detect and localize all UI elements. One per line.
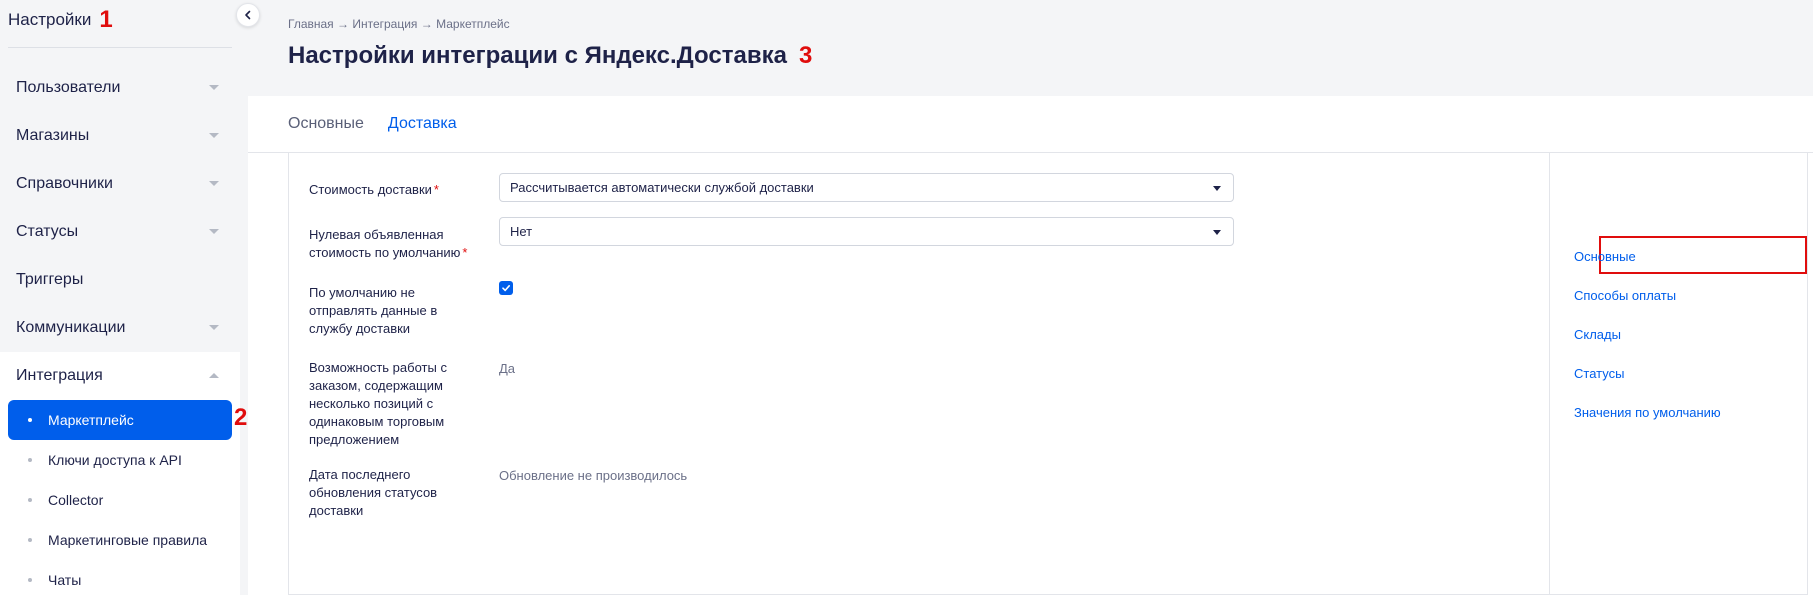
delivery-cost-select[interactable]: Рассчитывается автоматически службой дос… bbox=[499, 173, 1234, 202]
sidebar-subitem-label: Маркетплейс bbox=[48, 412, 134, 428]
zero-declared-label-text: Нулевая объявленная стоимость по умолчан… bbox=[309, 227, 461, 260]
bullet-icon bbox=[28, 498, 32, 502]
caret-down-icon bbox=[1213, 230, 1221, 235]
sidebar-subitem-collector[interactable]: Collector bbox=[8, 480, 232, 520]
side-nav-main[interactable]: Основные bbox=[1574, 249, 1636, 264]
sidebar-item-integration[interactable]: Интеграция bbox=[0, 352, 240, 400]
multi-items-label: Возможность работы с заказом, содержащим… bbox=[309, 360, 447, 447]
zero-declared-label: Нулевая объявленная стоимость по умолчан… bbox=[309, 226, 469, 262]
annotation-1: 1 bbox=[99, 6, 113, 33]
page-header: Главная → Интеграция → Маркетплейс Настр… bbox=[248, 0, 1813, 96]
sidebar-collapse-button[interactable] bbox=[236, 3, 260, 27]
settings-card: Стоимость доставки * Рассчитывается автом… bbox=[288, 153, 1808, 595]
caret-down-icon bbox=[1213, 186, 1221, 191]
chevron-left-icon bbox=[245, 10, 251, 20]
no-send-label: По умолчанию не отправлять данные в служ… bbox=[309, 285, 438, 336]
sidebar-subitem-label: Ключи доступа к API bbox=[48, 452, 182, 468]
page-title: Настройки интеграции с Яндекс.Доставка 3 bbox=[288, 42, 812, 70]
side-nav-defaults[interactable]: Значения по умолчанию bbox=[1574, 405, 1721, 420]
sidebar-title: Настройки 1 bbox=[8, 6, 113, 34]
sidebar-item-communications[interactable]: Коммуникации bbox=[0, 304, 240, 352]
tab-main[interactable]: Основные bbox=[288, 96, 364, 152]
bullet-icon bbox=[28, 418, 32, 422]
sidebar-item-label: Магазины bbox=[16, 127, 90, 144]
delivery-cost-label: Стоимость доставки * bbox=[309, 181, 469, 199]
delivery-cost-label-text: Стоимость доставки bbox=[309, 182, 432, 197]
sidebar-item-shops[interactable]: Магазины bbox=[0, 112, 240, 160]
sidebar-item-label: Триггеры bbox=[16, 271, 84, 288]
sidebar-item-label: Коммуникации bbox=[16, 319, 126, 336]
checkmark-icon bbox=[502, 285, 510, 292]
sidebar-item-label: Пользователи bbox=[16, 79, 121, 96]
delivery-cost-value: Рассчитывается автоматически службой дос… bbox=[510, 180, 814, 195]
sidebar-subitem-label: Чаты bbox=[48, 572, 82, 588]
side-nav-payment-methods[interactable]: Способы оплаты bbox=[1574, 288, 1676, 303]
sidebar-subitem-marketplace[interactable]: Маркетплейс bbox=[8, 400, 232, 440]
sidebar-item-label: Справочники bbox=[16, 175, 113, 192]
no-send-checkbox[interactable] bbox=[499, 281, 513, 295]
sidebar-subitem-chats[interactable]: Чаты bbox=[8, 560, 232, 595]
sidebar-subitem-marketing-rules[interactable]: Маркетинговые правила bbox=[8, 520, 232, 560]
sidebar: Настройки 1 Пользователи Магазины Справо… bbox=[0, 0, 247, 595]
sidebar-item-references[interactable]: Справочники bbox=[0, 160, 240, 208]
sidebar-subitem-label: Collector bbox=[48, 492, 104, 508]
last-update-label: Дата последнего обновления статусов дост… bbox=[309, 467, 438, 518]
sidebar-divider bbox=[8, 47, 232, 48]
tabs: Основные Доставка bbox=[288, 96, 457, 154]
sidebar-subitem-label: Маркетинговые правила bbox=[48, 532, 208, 548]
card-divider bbox=[1549, 153, 1550, 595]
annotation-2: 2 bbox=[234, 404, 248, 431]
sidebar-title-label: Настройки bbox=[8, 10, 92, 29]
chevron-down-icon bbox=[209, 85, 219, 90]
breadcrumb[interactable]: Главная → Интеграция → Маркетплейс bbox=[288, 17, 510, 31]
required-mark: * bbox=[462, 245, 468, 260]
required-mark: * bbox=[433, 182, 439, 197]
multi-items-value: Да bbox=[499, 361, 516, 376]
sidebar-item-label: Статусы bbox=[16, 223, 79, 240]
tab-delivery[interactable]: Доставка bbox=[387, 96, 457, 154]
zero-declared-select[interactable]: Нет bbox=[499, 217, 1234, 246]
sidebar-subitem-api-keys[interactable]: Ключи доступа к API bbox=[8, 440, 232, 480]
side-nav-statuses[interactable]: Статусы bbox=[1574, 366, 1624, 381]
main-content: Основные Доставка Стоимость доставки * Ра… bbox=[248, 96, 1813, 595]
chevron-down-icon bbox=[209, 325, 219, 330]
zero-declared-value: Нет bbox=[510, 224, 533, 239]
chevron-up-icon bbox=[209, 373, 219, 378]
chevron-down-icon bbox=[209, 181, 219, 186]
chevron-down-icon bbox=[209, 229, 219, 234]
bullet-icon bbox=[28, 578, 32, 582]
annotation-3: 3 bbox=[798, 42, 813, 69]
chevron-down-icon bbox=[209, 133, 219, 138]
bullet-icon bbox=[28, 458, 32, 462]
sidebar-item-triggers[interactable]: Триггеры bbox=[0, 256, 240, 304]
sidebar-item-label: Интеграция bbox=[16, 367, 103, 384]
sidebar-item-statuses[interactable]: Статусы bbox=[0, 208, 240, 256]
bullet-icon bbox=[28, 538, 32, 542]
page-title-text: Настройки интеграции с Яндекс.Доставка bbox=[288, 42, 787, 69]
sidebar-item-users[interactable]: Пользователи bbox=[0, 64, 240, 112]
last-update-value: Обновление не производилось bbox=[499, 468, 688, 483]
side-nav-warehouses[interactable]: Склады bbox=[1574, 327, 1621, 342]
